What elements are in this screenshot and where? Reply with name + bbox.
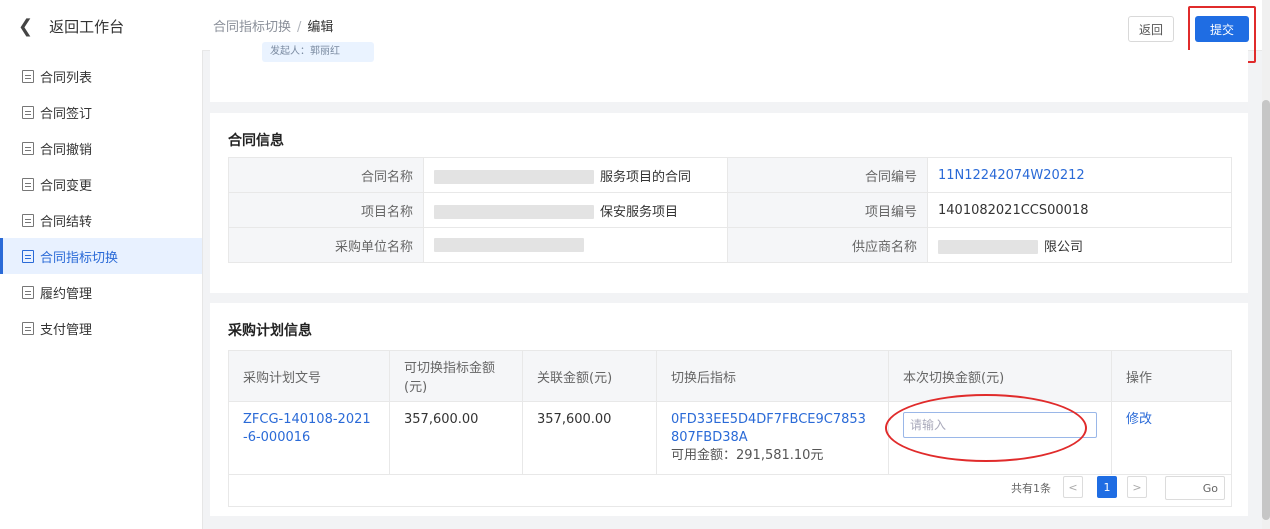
column-header: 本次切换金额(元): [888, 350, 1112, 402]
contract-info-title: 合同信息: [228, 133, 284, 149]
sidebar-item-label: 合同指标切换: [40, 250, 119, 266]
sidebar-item-label: 履约管理: [40, 286, 93, 302]
pagination-goto-input[interactable]: Go: [1165, 476, 1225, 500]
plan-no-cell[interactable]: ZFCG-140108-2021-6-000016: [228, 401, 390, 475]
document-icon: [22, 321, 34, 335]
column-header: 关联金额(元): [522, 350, 657, 402]
supplier-name-label: 供应商名称: [727, 227, 928, 263]
breadcrumb: 合同指标切换 / 编辑: [213, 16, 333, 35]
document-icon: [22, 285, 34, 299]
submit-button[interactable]: 提交: [1195, 16, 1249, 42]
document-icon: [22, 69, 34, 83]
project-name-value: 保安服务项目: [423, 192, 728, 228]
back-button[interactable]: 返回: [1128, 16, 1174, 42]
pagination-next-button[interactable]: >: [1127, 476, 1147, 498]
edit-link[interactable]: 修改: [1126, 412, 1152, 427]
pagination-prev-button[interactable]: <: [1063, 476, 1083, 498]
pagination-page-1[interactable]: 1: [1097, 476, 1117, 498]
available-amount-text: 可用金额：291,581.10元: [671, 448, 824, 463]
initiator-card: 发起人：郭丽红: [210, 42, 1248, 102]
pagination-go-label[interactable]: Go: [1203, 482, 1218, 495]
supplier-name-value: 限公司: [927, 227, 1232, 263]
procurement-plan-card: 采购计划信息 采购计划文号 可切换指标金额(元) 关联金额(元) 切换后指标 本…: [210, 303, 1248, 516]
column-header: 操作: [1111, 350, 1232, 402]
sidebar-item-label: 合同变更: [40, 178, 93, 194]
table-row: 采购单位名称 供应商名称 限公司: [228, 227, 1232, 263]
table-header-row: 采购计划文号 可切换指标金额(元) 关联金额(元) 切换后指标 本次切换金额(元…: [228, 350, 1232, 402]
contract-info-card: 合同信息 合同名称 服务项目的合同 合同编号 11N12242074W20212…: [210, 113, 1248, 293]
sidebar-menu: 合同列表 合同签订 合同撤销 合同变更 合同结转 合同指标切换 履约管理 支付管…: [0, 52, 202, 346]
purchaser-name-value: [423, 227, 728, 263]
document-icon: [22, 105, 34, 119]
related-amount-cell: 357,600.00: [522, 401, 657, 475]
contract-name-label: 合同名称: [228, 157, 424, 193]
table-row: 合同名称 服务项目的合同 合同编号 11N12242074W20212: [228, 157, 1232, 193]
column-header: 采购计划文号: [228, 350, 390, 402]
sidebar-item-contract-sign[interactable]: 合同签订: [0, 94, 202, 130]
project-no-value: 1401082021CCS00018: [927, 192, 1232, 228]
sidebar-item-contract-list[interactable]: 合同列表: [0, 58, 202, 94]
redacted-block: [434, 205, 594, 219]
sidebar-item-label: 支付管理: [40, 322, 93, 338]
contract-info-table: 合同名称 服务项目的合同 合同编号 11N12242074W20212 项目名称…: [228, 157, 1232, 263]
scrollbar-thumb[interactable]: [1262, 100, 1270, 520]
sidebar-item-contract-carryover[interactable]: 合同结转: [0, 202, 202, 238]
back-to-workbench-label: 返回工作台: [49, 17, 125, 36]
table-row: ZFCG-140108-2021-6-000016 357,600.00 357…: [228, 401, 1232, 475]
project-name-label: 项目名称: [228, 192, 424, 228]
pagination: 共有1条 < 1 > Go: [228, 469, 1232, 507]
sidebar-item-contract-change[interactable]: 合同变更: [0, 166, 202, 202]
column-header: 可切换指标金额(元): [389, 350, 523, 402]
table-row: 项目名称 保安服务项目 项目编号 1401082021CCS00018: [228, 192, 1232, 228]
sidebar: ❮ 返回工作台 合同列表 合同签订 合同撤销 合同变更 合同结转 合同指标切换 …: [0, 0, 203, 529]
procurement-plan-title: 采购计划信息: [228, 323, 312, 339]
document-icon: [22, 141, 34, 155]
pagination-total: 共有1条: [1011, 482, 1051, 495]
breadcrumb-separator: /: [297, 19, 302, 35]
contract-name-value: 服务项目的合同: [423, 157, 728, 193]
switchable-amount-cell: 357,600.00: [389, 401, 523, 475]
column-header: 切换后指标: [656, 350, 889, 402]
indicator-cell: 0FD33EE5D4DF7FBCE9C7853807FBD38A 可用金额：29…: [656, 401, 889, 475]
document-icon: [22, 213, 34, 227]
chevron-left-icon: ❮: [18, 15, 34, 37]
sidebar-item-label: 合同签订: [40, 106, 93, 122]
plan-no-link[interactable]: ZFCG-140108-2021-6-000016: [243, 412, 371, 445]
sidebar-item-label: 合同结转: [40, 214, 93, 230]
initiator-fragment: 发起人：郭丽红: [262, 42, 374, 62]
document-icon: [22, 177, 34, 191]
redacted-block: [434, 170, 594, 184]
back-to-workbench[interactable]: ❮ 返回工作台: [0, 0, 202, 52]
project-no-label: 项目编号: [727, 192, 928, 228]
document-icon: [22, 249, 34, 263]
contract-no-label: 合同编号: [727, 157, 928, 193]
sidebar-item-indicator-switch[interactable]: 合同指标切换: [0, 238, 202, 274]
redacted-block: [434, 238, 584, 252]
sidebar-item-payment[interactable]: 支付管理: [0, 310, 202, 346]
sidebar-item-label: 合同撤销: [40, 142, 93, 158]
sidebar-item-performance[interactable]: 履约管理: [0, 274, 202, 310]
breadcrumb-current: 编辑: [307, 19, 334, 35]
redacted-block: [938, 240, 1038, 254]
switch-amount-input[interactable]: [903, 412, 1097, 438]
procurement-plan-table: 采购计划文号 可切换指标金额(元) 关联金额(元) 切换后指标 本次切换金额(元…: [228, 350, 1232, 475]
contract-no-value[interactable]: 11N12242074W20212: [927, 157, 1232, 193]
sidebar-item-label: 合同列表: [40, 70, 93, 86]
sidebar-item-contract-revoke[interactable]: 合同撤销: [0, 130, 202, 166]
purchaser-name-label: 采购单位名称: [228, 227, 424, 263]
action-cell: 修改: [1111, 401, 1232, 475]
indicator-code-link[interactable]: 0FD33EE5D4DF7FBCE9C7853807FBD38A: [671, 411, 874, 447]
switch-amount-cell: [888, 401, 1112, 475]
breadcrumb-parent[interactable]: 合同指标切换: [213, 20, 291, 35]
